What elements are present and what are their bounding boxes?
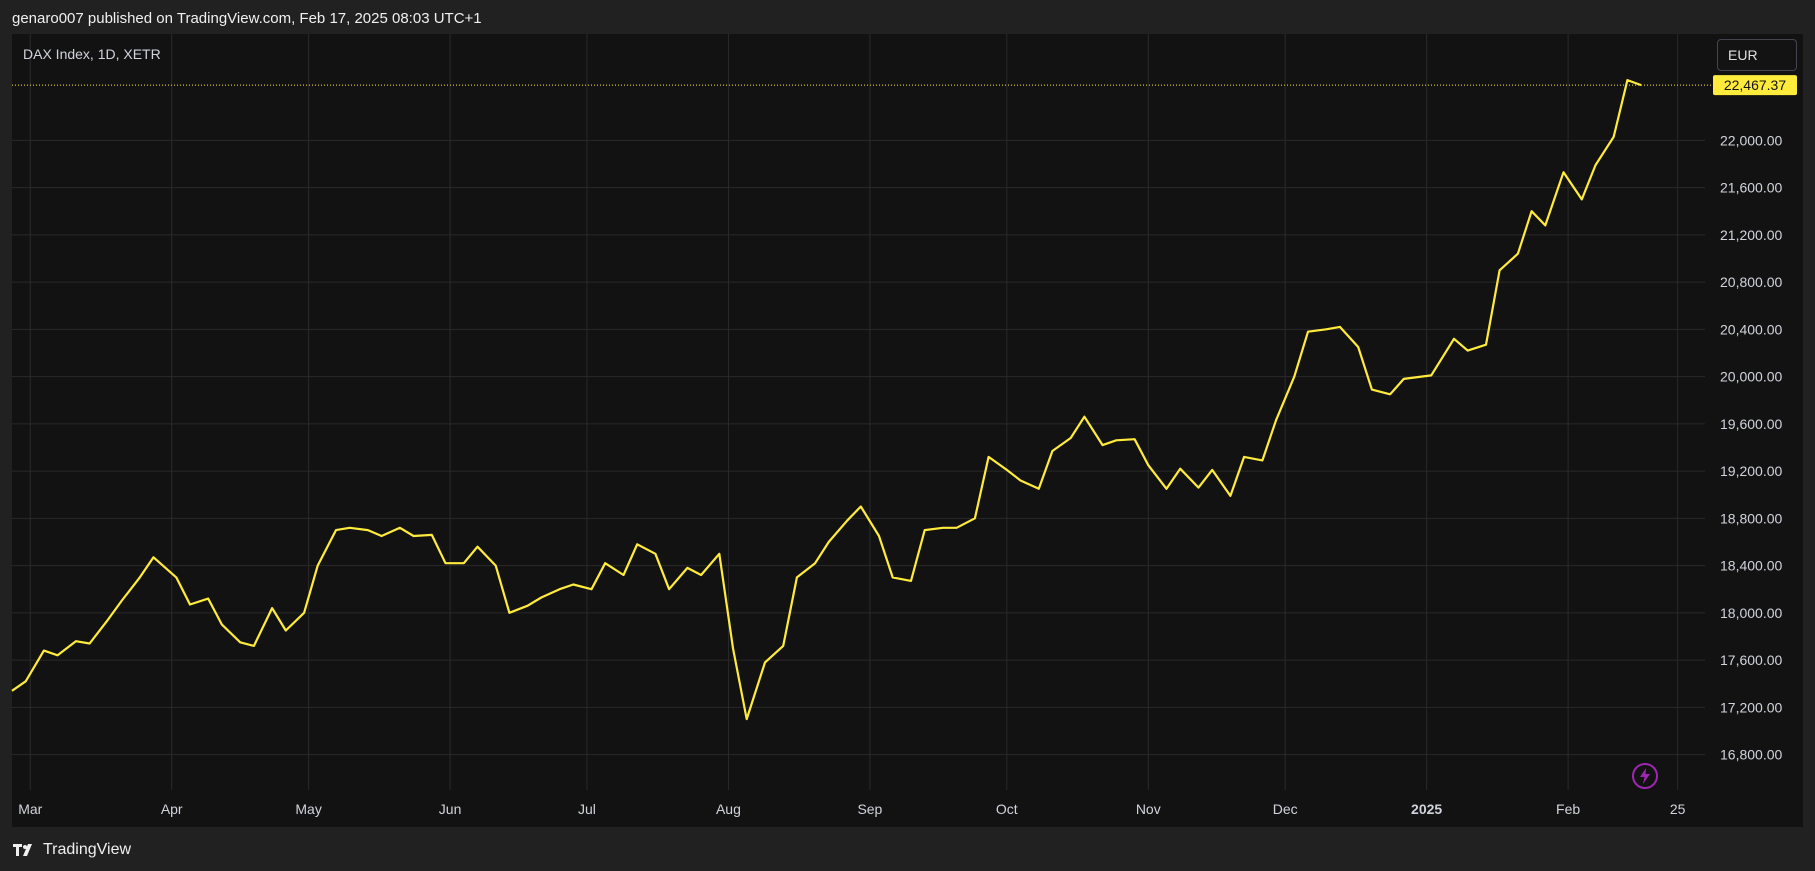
x-tick-label: Apr bbox=[161, 801, 183, 817]
y-tick-label: 20,400.00 bbox=[1720, 321, 1782, 337]
y-tick-label: 21,200.00 bbox=[1720, 227, 1782, 243]
footer-brand[interactable]: TradingView bbox=[43, 841, 131, 859]
y-tick-label: 22,000.00 bbox=[1720, 132, 1782, 148]
x-tick-label: Jul bbox=[578, 801, 596, 817]
y-tick-label: 16,800.00 bbox=[1720, 747, 1782, 763]
x-tick-label: Feb bbox=[1556, 801, 1580, 817]
y-tick-label: 19,600.00 bbox=[1720, 416, 1782, 432]
x-tick-label: Nov bbox=[1136, 801, 1161, 817]
footer: TradingView bbox=[13, 840, 131, 860]
x-tick-label: Dec bbox=[1273, 801, 1298, 817]
tradingview-logo-icon[interactable] bbox=[13, 843, 37, 857]
x-tick-label: 25 bbox=[1670, 801, 1686, 817]
x-tick-label: 2025 bbox=[1411, 801, 1442, 817]
y-tick-label: 18,400.00 bbox=[1720, 558, 1782, 574]
plot-background bbox=[12, 34, 1803, 827]
x-tick-label: Mar bbox=[18, 801, 42, 817]
y-tick-label: 18,000.00 bbox=[1720, 605, 1782, 621]
last-price-label: 22,467.37 bbox=[1724, 77, 1786, 93]
y-tick-label: 17,600.00 bbox=[1720, 652, 1782, 668]
y-tick-label: 18,800.00 bbox=[1720, 510, 1782, 526]
x-tick-label: Jun bbox=[439, 801, 462, 817]
symbol-legend[interactable]: DAX Index, 1D, XETR bbox=[23, 44, 161, 64]
x-tick-label: Oct bbox=[996, 801, 1018, 817]
lightning-icon[interactable] bbox=[1631, 762, 1659, 790]
price-chart[interactable]: 16,800.00 17,200.00 17,600.00 18,000.00 18,4… bbox=[0, 0, 1815, 871]
y-tick-label: 17,200.00 bbox=[1720, 699, 1782, 715]
y-tick-label: 20,800.00 bbox=[1720, 274, 1782, 290]
y-tick-label: 21,600.00 bbox=[1720, 180, 1782, 196]
y-tick-label: 19,200.00 bbox=[1720, 463, 1782, 479]
x-tick-label: May bbox=[295, 801, 321, 817]
x-tick-label: Aug bbox=[716, 801, 741, 817]
currency-selector[interactable]: EUR bbox=[1717, 39, 1797, 71]
x-tick-label: Sep bbox=[857, 801, 882, 817]
y-tick-label: 20,000.00 bbox=[1720, 369, 1782, 385]
